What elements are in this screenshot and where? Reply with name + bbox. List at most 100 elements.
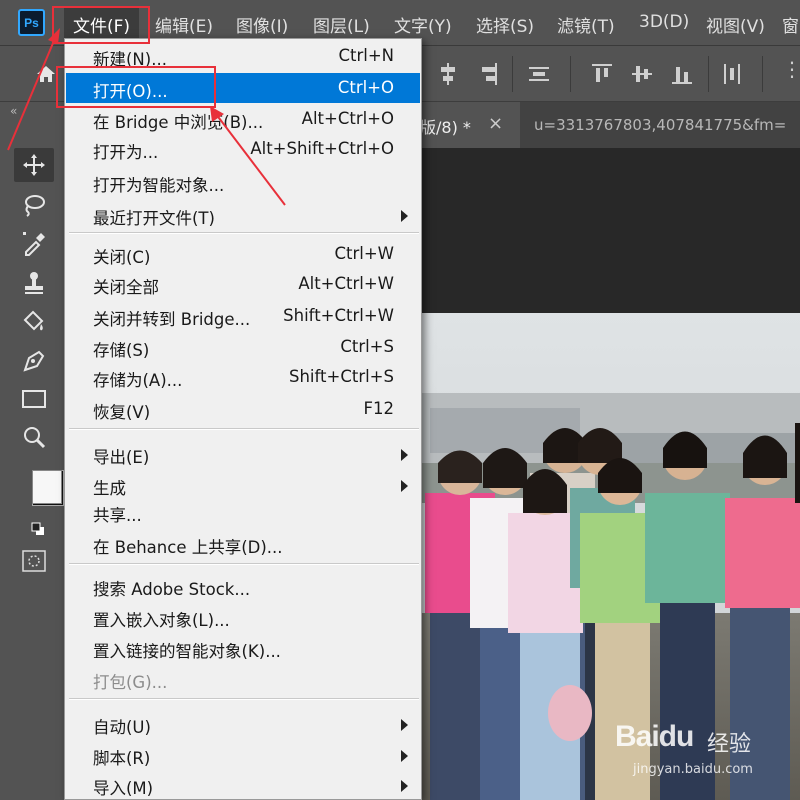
menu-image[interactable]: 图像(I) <box>236 12 288 37</box>
submenu-arrow-icon <box>401 480 408 492</box>
menu-separator <box>69 698 419 700</box>
options-separator <box>708 56 709 92</box>
menu-item-package: 打包(G)... <box>66 664 420 694</box>
menu-item-label: 自动(U) <box>93 718 151 737</box>
stamp-tool-icon[interactable] <box>14 266 54 300</box>
menu-item-label: 脚本(R) <box>93 749 151 768</box>
zoom-tool-icon[interactable] <box>14 420 54 454</box>
file-menu-dropdown: 新建(N)... Ctrl+N 打开(O)... Ctrl+O 在 Bridge… <box>64 38 422 800</box>
menu-item-search-adobe-stock[interactable]: 搜索 Adobe Stock... <box>66 571 420 601</box>
photoshop-logo: Ps <box>18 9 45 36</box>
menu-item-label: 打包(G)... <box>93 673 168 692</box>
menu-item-label: 置入嵌入对象(L)... <box>93 611 230 630</box>
menu-item-shortcut: Shift+Ctrl+S <box>289 367 394 386</box>
menu-item-label: 打开为... <box>93 143 159 162</box>
quick-mask-icon[interactable] <box>22 550 46 572</box>
options-separator <box>570 56 571 92</box>
collapse-panel-icon[interactable]: « <box>10 104 17 118</box>
menu-item-label: 在 Bridge 中浏览(B)... <box>93 113 264 132</box>
menu-separator <box>69 428 419 430</box>
tab-document-second[interactable]: u=3313767803,407841775&fm= <box>534 116 786 134</box>
menu-item-shortcut: Shift+Ctrl+W <box>283 306 394 325</box>
menu-filter[interactable]: 滤镜(T) <box>557 12 615 37</box>
menu-item-revert[interactable]: 恢复(V) F12 <box>66 394 420 424</box>
menu-select[interactable]: 选择(S) <box>476 12 534 37</box>
menu-item-open-as[interactable]: 打开为... Alt+Shift+Ctrl+O <box>66 134 420 164</box>
watermark-url: jingyan.baidu.com <box>633 762 753 777</box>
options-separator <box>512 56 513 92</box>
submenu-arrow-icon <box>401 449 408 461</box>
menu-type[interactable]: 文字(Y) <box>394 12 452 37</box>
distribute-vertical-icon[interactable] <box>527 61 551 87</box>
foreground-color-swatch[interactable] <box>32 470 62 504</box>
align-bottom-icon[interactable] <box>670 61 694 87</box>
menu-layer[interactable]: 图层(L) <box>313 12 370 37</box>
submenu-arrow-icon <box>401 780 408 792</box>
menu-item-shortcut: Ctrl+N <box>338 46 394 65</box>
align-middle-vertical-icon[interactable] <box>630 61 654 87</box>
menu-item-share[interactable]: 共享... <box>66 497 420 527</box>
menu-item-label: 最近打开文件(T) <box>93 209 215 228</box>
menu-item-browse-in-bridge[interactable]: 在 Bridge 中浏览(B)... Alt+Ctrl+O <box>66 104 420 134</box>
menu-item-shortcut: F12 <box>363 399 395 418</box>
menu-item-close-all[interactable]: 关闭全部 Alt+Ctrl+W <box>66 269 420 299</box>
submenu-arrow-icon <box>401 750 408 762</box>
menu-item-save-as[interactable]: 存储为(A)... Shift+Ctrl+S <box>66 362 420 392</box>
menu-item-generate[interactable]: 生成 <box>66 470 420 500</box>
menu-item-label: 恢复(V) <box>93 403 151 422</box>
menu-item-shortcut: Ctrl+O <box>337 78 394 97</box>
menu-item-label: 导入(M) <box>93 779 154 798</box>
align-top-icon[interactable] <box>590 61 614 87</box>
rectangle-tool-icon[interactable] <box>14 382 54 416</box>
tab-document-title: 版/8) * <box>420 118 471 137</box>
menu-item-label: 共享... <box>93 506 142 525</box>
menu-item-place-linked[interactable]: 置入链接的智能对象(K)... <box>66 633 420 663</box>
menu-item-shortcut: Alt+Ctrl+W <box>298 274 394 293</box>
menu-item-share-on-behance[interactable]: 在 Behance 上共享(D)... <box>66 529 420 559</box>
paint-bucket-tool-icon[interactable] <box>14 304 54 338</box>
menu-separator <box>69 232 419 234</box>
menu-item-label: 存储为(A)... <box>93 371 183 390</box>
distribute-horizontal-icon[interactable] <box>720 61 744 87</box>
menu-item-close-and-go-to-bridge[interactable]: 关闭并转到 Bridge... Shift+Ctrl+W <box>66 301 420 331</box>
more-options-icon[interactable]: ⋮ <box>782 59 800 79</box>
annotation-box-file-menu <box>52 6 150 44</box>
baidu-logo: Baidu <box>615 720 694 753</box>
menu-3d[interactable]: 3D(D) <box>639 12 689 32</box>
menu-item-open-recent[interactable]: 最近打开文件(T) <box>66 200 420 230</box>
default-colors-icon[interactable] <box>31 521 45 535</box>
eyedropper-tool-icon[interactable] <box>14 226 54 260</box>
menu-item-save[interactable]: 存储(S) Ctrl+S <box>66 332 420 362</box>
menu-item-place-embedded[interactable]: 置入嵌入对象(L)... <box>66 602 420 632</box>
home-icon[interactable] <box>34 62 58 86</box>
move-tool-icon[interactable] <box>14 148 54 182</box>
close-icon[interactable]: × <box>488 113 503 134</box>
menu-separator <box>69 563 419 565</box>
submenu-arrow-icon <box>401 210 408 222</box>
menu-item-label: 在 Behance 上共享(D)... <box>93 538 283 557</box>
menu-item-label: 置入链接的智能对象(K)... <box>93 642 281 661</box>
menu-item-label: 关闭全部 <box>93 278 159 297</box>
menu-item-label: 搜索 Adobe Stock... <box>93 580 251 599</box>
pen-tool-icon[interactable] <box>14 344 54 378</box>
menu-item-shortcut: Alt+Ctrl+O <box>301 109 394 128</box>
align-right-icon[interactable] <box>476 61 500 87</box>
menu-item-export[interactable]: 导出(E) <box>66 439 420 469</box>
menu-item-label: 打开为智能对象... <box>93 176 225 195</box>
menu-window[interactable]: 窗 <box>782 12 799 37</box>
annotation-box-open-item <box>56 66 216 108</box>
menu-item-open-as-smart-object[interactable]: 打开为智能对象... <box>66 167 420 197</box>
menu-item-scripts[interactable]: 脚本(R) <box>66 740 420 770</box>
menu-item-label: 关闭并转到 Bridge... <box>93 310 251 329</box>
menu-edit[interactable]: 编辑(E) <box>155 12 213 37</box>
menu-item-close[interactable]: 关闭(C) Ctrl+W <box>66 239 420 269</box>
menu-item-shortcut: Alt+Shift+Ctrl+O <box>250 139 394 158</box>
lasso-tool-icon[interactable] <box>14 188 54 222</box>
menu-item-automate[interactable]: 自动(U) <box>66 709 420 739</box>
baidu-jingyan-watermark: Baidu 经验 jingyan.baidu.com <box>615 718 795 788</box>
menu-item-import[interactable]: 导入(M) <box>66 770 420 800</box>
align-center-horizontal-icon[interactable] <box>436 61 460 87</box>
menu-item-label: 导出(E) <box>93 448 150 467</box>
tools-panel <box>0 148 66 800</box>
menu-view[interactable]: 视图(V) <box>706 12 765 37</box>
